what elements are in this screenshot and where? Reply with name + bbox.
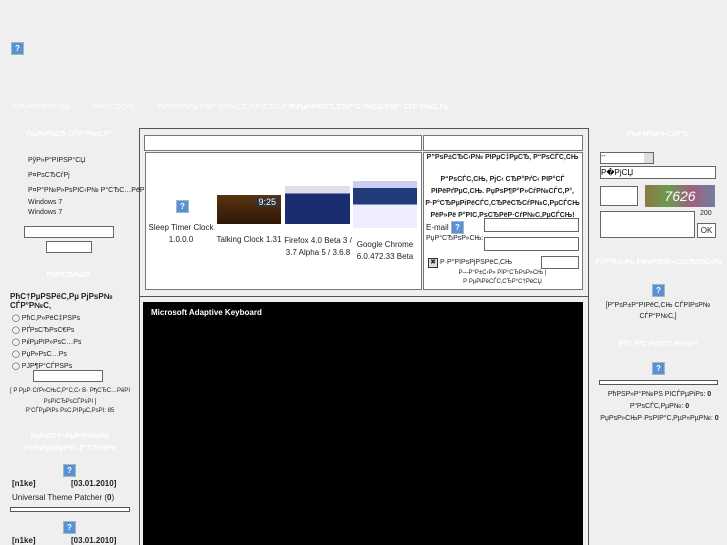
nav-register[interactable]: Р РµРіРёСЃС‚СЂР°С†РёСЏ РЅР° СЃР°Р№С‚Рµ	[290, 104, 448, 111]
search-input[interactable]	[24, 226, 114, 238]
stats-header: РЎС‚Р°С‚РёСЃС‚РёРєР°	[618, 341, 699, 348]
video-player[interactable]: Microsoft Adaptive Keyboard	[143, 302, 583, 545]
menu-item-files[interactable]: Р¤Р°Р№Р»РѕРІС‹Р№ Р°СЂС…РёРІ	[28, 183, 146, 198]
product-thumbnail[interactable]: 9:25	[217, 195, 281, 224]
popular-header: РЎР°РјС‹Рµ РїРѕРїСѓР»СЏСЂРЅС‹Рµ	[595, 259, 722, 266]
chat-select[interactable]: --	[600, 152, 654, 164]
menu-item-win7[interactable]: Windows 7	[28, 198, 146, 208]
product-name[interactable]: Talking Clock 1.31	[215, 235, 283, 244]
comments-header: РџРѕСЃР»РµРґРЅРёРµ РєРѕРјРјРµРЅС‚Р°СЂРёР…	[24, 433, 116, 452]
top-bar-left	[144, 135, 422, 151]
email-label: E-mail ?	[426, 221, 464, 234]
top-bar-right	[423, 135, 583, 151]
login-button[interactable]	[541, 256, 579, 269]
stat-online: РћРЅР»Р°Р№РЅ РІСЃРµРіРѕ: 0	[607, 391, 712, 398]
poll-results-link[interactable]: [ Р РµР·СѓР»СЊС‚Р°С‚С‹ В· РђСЂС…РёРІ РѕР…	[8, 386, 132, 408]
poll-header: РћРїСЂРѕСЃ	[46, 272, 92, 279]
poll-option[interactable]: ◯ РћС‚Р»РёС‡РЅРѕ	[12, 313, 81, 325]
search-button[interactable]	[46, 241, 92, 253]
broken-logo-icon: ?	[11, 42, 24, 55]
poll-option[interactable]: ◯ РџР»РѕС…Рѕ	[12, 349, 81, 361]
broken-image-icon: ?	[176, 200, 189, 213]
broken-image-icon: ?	[63, 464, 76, 477]
broken-image-icon: ?	[652, 362, 665, 375]
entry-user[interactable]: [n1ke]	[12, 536, 36, 545]
password-field[interactable]	[484, 237, 579, 251]
menu-title: РњРµРЅСЋ СЃР°Р№С‚Р°	[26, 131, 112, 138]
divider-bar	[10, 507, 130, 512]
char-counter: 200	[700, 210, 712, 217]
menu-item-home[interactable]: РўР»Р°РІРЅР°СЏ	[28, 153, 146, 168]
chat-message-input[interactable]	[600, 211, 695, 238]
chat-name-input[interactable]	[600, 166, 716, 179]
stat-guests: Р“РѕСЃС‚РµР№: 0	[629, 403, 690, 410]
poll-option[interactable]: ◯ РќРµРїР»РѕС…Рѕ	[12, 337, 81, 349]
broken-image-icon: ?	[63, 521, 76, 534]
nav-new[interactable]: РќРѕРІРѕРµ РЅР° СЃРѕС„С‚РїРѕСЂС‚Р°Р»Рµ	[158, 104, 306, 111]
email-field[interactable]	[484, 218, 579, 232]
nav-home[interactable]: РўР»Р°РІРЅР°СЏ	[12, 104, 69, 111]
product-name[interactable]: Sleep Timer Clock 1.0.0.0	[148, 222, 214, 246]
chat-header: РњРёРЅРё-С‡Р°С‚	[626, 131, 691, 138]
password-label: РџР°СЂРѕР»СЊ:	[426, 235, 484, 242]
forgot-password-link[interactable]: Р—Р°Р±С‹Р» РїР°СЂРѕР»СЊ |	[459, 270, 547, 276]
captcha-image: 7626	[645, 185, 715, 207]
login-title: Р”РѕР±СЂС‹Р№ РІРµС‡РµСЂ, Р“РѕСЃС‚СЊ	[426, 154, 579, 161]
stat-users: РџРѕР»СЊР·РѕРІР°С‚РµР»РµР№: 0	[600, 415, 719, 422]
menu-item-win7b[interactable]: Windows 7	[28, 208, 146, 218]
add-site-link[interactable]: [Р”РѕР±Р°РІРёС‚СЊ СЃРІРѕР№ СЃР°Р№С‚]	[598, 300, 718, 322]
divider-bar	[599, 380, 718, 385]
poll-question: РћС†РµРЅРёС‚Рµ РјРѕР№ СЃР°Р№С‚	[10, 292, 113, 310]
poll-total: Р’СЃРµРіРѕ РѕС‚РІРµС‚РѕРІ: 85	[25, 408, 115, 414]
entry-date: [03.01.2010]	[71, 536, 117, 545]
register-link[interactable]: Р РµРіРёСЃС‚СЂР°С†РёСЏ	[463, 279, 542, 285]
video-title: Microsoft Adaptive Keyboard	[151, 308, 262, 317]
broken-image-icon: ?	[652, 284, 665, 297]
broken-image-icon: ?	[450, 221, 464, 234]
entry-user[interactable]: [n1ke]	[12, 479, 36, 488]
poll-option[interactable]: ◯ РҐРѕСЂРѕС€Рѕ	[12, 325, 81, 337]
product-thumbnail[interactable]	[285, 186, 350, 224]
login-text: Р“РѕСЃС‚СЊ, РјС‹ СЂР°РґС‹ РІР°СЃ РІРёРґР…	[425, 176, 580, 219]
nav-forum[interactable]: Р¤РѕСЂСѓРј	[93, 104, 135, 111]
menu-item-forum[interactable]: Р¤РѕСЂСѓРј	[28, 168, 146, 183]
captcha-input[interactable]	[600, 186, 638, 206]
product-name[interactable]: Firefox 4.0 Beta 3 / 3.7 Alpha 5 / 3.6.8	[284, 235, 352, 259]
product-name[interactable]: Google Chrome 6.0.472.33 Beta	[352, 239, 418, 263]
chat-ok-button[interactable]: OK	[697, 223, 716, 238]
entry-date: [03.01.2010]	[71, 479, 117, 488]
entry-title[interactable]: Universal Theme Patcher (0)	[12, 493, 114, 502]
product-thumbnail[interactable]	[353, 181, 417, 228]
remember-checkbox[interactable]: ✖ Р·Р°РїРѕРјРЅРёС‚СЊ	[428, 258, 512, 268]
vote-button[interactable]	[33, 370, 103, 382]
